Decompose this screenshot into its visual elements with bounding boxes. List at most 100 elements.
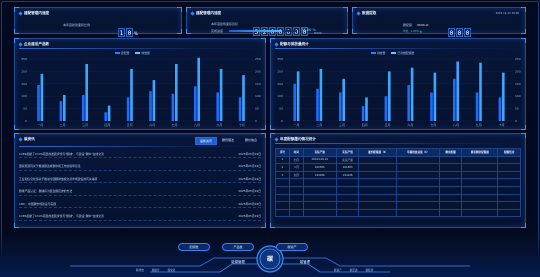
- table-cell: [275, 178, 290, 187]
- table-cell: [461, 208, 499, 218]
- table-cell: 实实产量: [335, 155, 360, 165]
- table-cell: [396, 163, 440, 172]
- table-cell: [302, 178, 337, 187]
- bar: [40, 73, 44, 121]
- diamond-icon: [274, 137, 279, 142]
- table-cell: [438, 163, 463, 172]
- x-tick-label: 四月: [104, 123, 110, 127]
- bar: [219, 68, 223, 121]
- nav-side-item[interactable]: 碳核查: [366, 268, 374, 272]
- nav-products-button[interactable]: 产品数: [222, 243, 254, 251]
- nav-quota-button[interactable]: 配额数: [178, 243, 210, 251]
- table-cell: [396, 185, 440, 195]
- nav-carbon-asset-button[interactable]: 碳资产: [276, 243, 308, 251]
- y-tick-label: 50: [23, 107, 27, 111]
- news-item[interactable]: 工业和信息化部关于推进全国碳排放权交易市场建设的有关事项 2025年05月19日: [19, 175, 261, 184]
- progress-track: [229, 30, 297, 32]
- bar: [365, 97, 368, 121]
- progress-label: 完成进度: [211, 29, 224, 33]
- digit-counter: 1 0%: [118, 20, 138, 39]
- table-cell: [302, 185, 337, 195]
- y-tick-label: 150: [277, 82, 283, 86]
- news-item[interactable]: CCER起航了CCUS项目的发展步伐与"碳捕"，与建设"碳中"在线交流 2025年…: [19, 150, 261, 159]
- y-tick-label: 0: [515, 119, 517, 123]
- quota-label: 碳配额: [403, 23, 413, 27]
- unit-label: %: [134, 31, 138, 36]
- panel-title: 配额与排放量统计: [274, 42, 309, 47]
- x-tick-label: 四月: [362, 123, 368, 127]
- table-cell: [461, 155, 499, 165]
- digit: 0: [464, 28, 471, 37]
- bar: [293, 83, 296, 121]
- table-row: 2 八月 162385 161883: [275, 163, 521, 172]
- y-tick-label: 100: [255, 94, 261, 98]
- metric-label: 本年度建筑面积目标: [211, 22, 239, 26]
- table-cell: [335, 178, 360, 187]
- panel-title: 企业建设产品数: [18, 42, 49, 47]
- panel-quota-emission-chart: 配额与排放量统计 排放量 已清缴配额量 0 0 50 50 100 100 150 150 20…: [270, 38, 526, 130]
- news-title: CMC：中国碳市场建设与实践: [19, 201, 57, 206]
- news-title: 碳排产品认证：碳捕获为民生碳足迹的方法: [19, 189, 73, 194]
- tab-latest-news[interactable]: 最新资讯: [195, 137, 218, 145]
- news-date: 2025年05月19日: [238, 201, 261, 206]
- x-tick-label: 七月: [430, 122, 436, 127]
- table-cell: 1: [275, 155, 290, 165]
- y-tick-label: 150: [255, 82, 261, 86]
- bar: [296, 71, 300, 121]
- nav-energy-management[interactable]: 能源管理: [222, 259, 254, 264]
- y-tick-label: 200: [515, 69, 521, 73]
- bar: [319, 68, 323, 121]
- diamond-icon: [18, 42, 23, 47]
- news-item[interactable]: 碳排产品认证：碳捕获为民生碳足迹的方法 2025年05月19日: [19, 188, 261, 196]
- table-cell: [461, 170, 499, 180]
- table-cell: 七月: [288, 155, 304, 165]
- bar: [149, 91, 152, 121]
- news-title: CCER起航了CCUS项目的发展步伐与"碳捕"，与建设"碳中"在线交流: [19, 214, 104, 219]
- nav-side-item[interactable]: 碳交易: [168, 268, 176, 272]
- nav-carbon-management[interactable]: 碳管理: [290, 259, 320, 264]
- nav-side-item[interactable]: 碳统计: [152, 268, 160, 272]
- bar: [339, 92, 342, 121]
- bar: [194, 86, 197, 121]
- news-item[interactable]: CMC：中国碳市场建设与实践 2025年05月19日: [19, 200, 261, 209]
- x-tick-label: 一月: [37, 123, 43, 127]
- column-header: 实际产量: [302, 148, 337, 157]
- table-cell: [302, 201, 337, 210]
- table-cell: 28194.46.10: [302, 155, 337, 165]
- nav-side-item[interactable]: 碳足迹: [350, 268, 358, 272]
- table-cell: 161883: [335, 163, 360, 172]
- column-header: 时间: [288, 148, 304, 157]
- panel-data-extract: 数据提取 2025-12-10 16:00 碳配额 9000.xt 单位：1.0…: [352, 7, 526, 37]
- nav-side-item[interactable]: 碳排放: [136, 268, 144, 272]
- tab-carbon-law[interactable]: 碳管理法: [218, 137, 238, 143]
- bar: [498, 97, 502, 121]
- column-header: 年碳排放总量（t）: [396, 148, 440, 157]
- table-header: 序号 时间 实际产量 实际产值 履约配额量（t） 年碳排放总量（t） 剩余配额 累积剩余配额量…: [275, 148, 521, 157]
- tab-carbon-price[interactable]: 碳价信息: [241, 137, 261, 143]
- bar-chart: 0 0 50 50 100 100 150 150 200 200 250 250 一月 二月 三月 四月 五月…: [277, 57, 521, 127]
- bar: [216, 92, 219, 121]
- nav-side-item[interactable]: 碳资产: [334, 268, 342, 272]
- table-cell: [335, 201, 360, 210]
- digit-counter: 000: [448, 20, 472, 39]
- news-item[interactable]: CCER起航了CCUS项目的发展步伐与"碳捕"，与建设"碳中"在线交流 2025年…: [19, 213, 261, 221]
- panel-enterprise-products-chart: 企业建设产品数 建配量 排放量 0 0 50 50 100 100 150 150 200 200…: [14, 38, 266, 130]
- news-date: 2025年05月19日: [238, 214, 261, 219]
- news-item[interactable]: 国家能源局关于推进碳达峰碳中和工作的指导意见 2025年05月19日: [19, 163, 261, 171]
- y-tick-label: 50: [279, 107, 283, 111]
- news-date: 2025年05月19日: [238, 189, 261, 194]
- y-tick-label: 250: [255, 57, 261, 61]
- x-tick-label: 六月: [407, 122, 413, 127]
- diamond-icon: [190, 11, 195, 16]
- table-cell: [461, 201, 499, 210]
- table-cell: [438, 185, 463, 195]
- bar: [197, 57, 200, 121]
- panel-title: 建配管理内速度: [190, 11, 221, 16]
- table-row-empty: [275, 208, 521, 218]
- table-cell: [288, 178, 304, 187]
- bar-chart: 0 0 50 50 100 100 150 150 200 200 250 250 一月 二月 三月 四月 五月…: [21, 57, 261, 127]
- y-tick-label: 100: [21, 94, 27, 98]
- panel-title: 年度配额履约情况统计: [274, 137, 316, 142]
- table-cell: [461, 178, 499, 187]
- bar: [502, 72, 505, 121]
